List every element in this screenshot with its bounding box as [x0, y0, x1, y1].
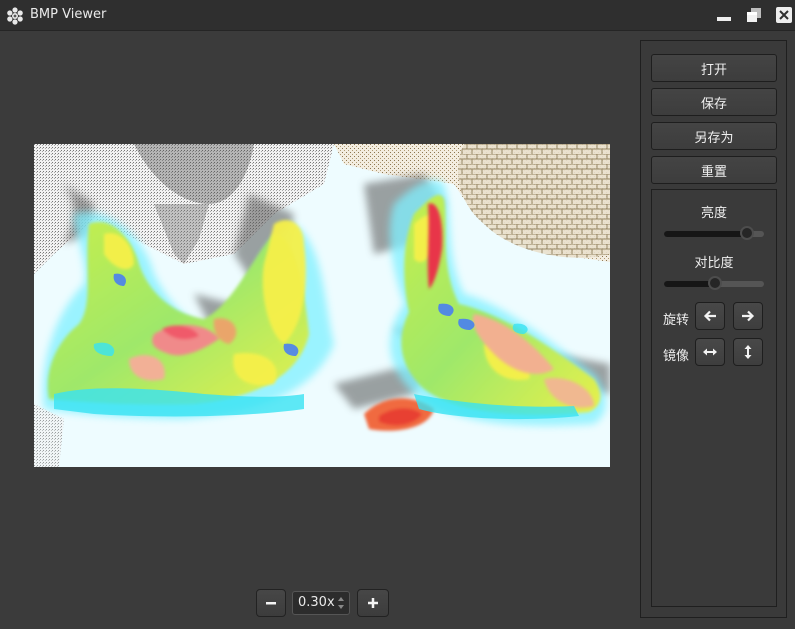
- control-panel: 打开 保存 另存为 重置 亮度 对比度 旋转 镜像: [640, 40, 787, 618]
- adjustments-panel: 亮度 对比度 旋转 镜像: [651, 189, 777, 607]
- mirror-vertical-button[interactable]: [733, 338, 763, 366]
- close-icon[interactable]: [776, 7, 792, 23]
- save-as-button[interactable]: 另存为: [651, 122, 777, 150]
- arrow-right-icon: [742, 310, 755, 322]
- spin-arrows-icon[interactable]: [337, 595, 345, 611]
- mirror-label: 镜像: [663, 349, 690, 364]
- plus-icon: [368, 598, 378, 608]
- arrow-left-icon: [703, 310, 716, 322]
- minimize-icon[interactable]: [716, 7, 732, 23]
- rotate-label: 旋转: [663, 313, 690, 328]
- brightness-label: 亮度: [700, 206, 727, 221]
- snowflake-app-icon: [7, 7, 23, 25]
- zoom-level-spinbox[interactable]: 0.30x: [292, 591, 350, 615]
- window-title: BMP Viewer: [30, 7, 107, 22]
- horizontal-flip-icon: [703, 348, 717, 356]
- contrast-slider[interactable]: [664, 276, 764, 290]
- rotate-right-button[interactable]: [733, 302, 763, 330]
- zoom-value: 0.30x: [298, 595, 335, 610]
- open-button[interactable]: 打开: [651, 54, 777, 82]
- brightness-slider-fill: [664, 231, 747, 237]
- map-image: [34, 144, 610, 467]
- restore-icon[interactable]: [746, 7, 762, 23]
- brightness-slider-handle[interactable]: [740, 226, 754, 240]
- contrast-slider-handle[interactable]: [708, 276, 722, 290]
- rotate-left-button[interactable]: [695, 302, 725, 330]
- contrast-label: 对比度: [694, 256, 734, 271]
- image-preview[interactable]: [34, 144, 610, 467]
- minus-icon: [266, 602, 276, 605]
- zoom-in-button[interactable]: [357, 589, 389, 617]
- brightness-slider[interactable]: [664, 226, 764, 240]
- mirror-horizontal-button[interactable]: [695, 338, 725, 366]
- title-bar: BMP Viewer: [0, 0, 795, 31]
- save-button[interactable]: 保存: [651, 88, 777, 116]
- zoom-out-button[interactable]: [256, 589, 286, 617]
- vertical-flip-icon: [744, 345, 752, 359]
- reset-button[interactable]: 重置: [651, 156, 777, 184]
